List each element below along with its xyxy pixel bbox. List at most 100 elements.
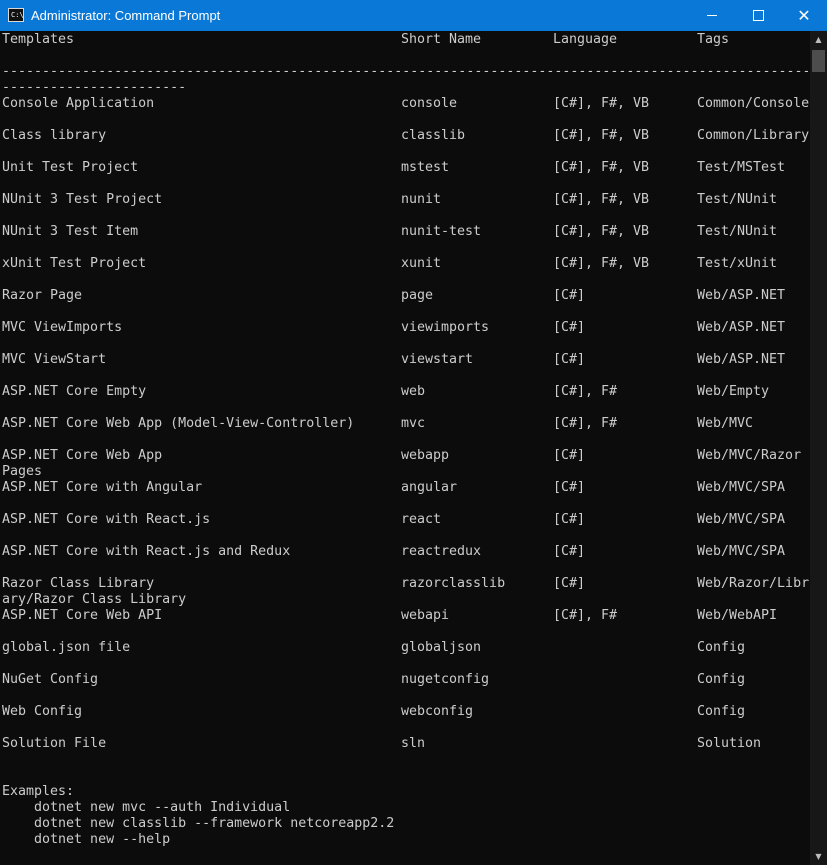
language: [C#]: [553, 544, 586, 559]
tags: Web/MVC/SPA: [697, 544, 786, 559]
tags: Solution: [697, 736, 762, 751]
short-name: react: [401, 512, 442, 527]
tags: Common/Console: [697, 96, 810, 111]
header-tags: Tags: [697, 32, 730, 47]
short-name: mstest: [401, 160, 450, 175]
close-icon: ✕: [797, 5, 811, 25]
scroll-down-arrow-icon[interactable]: ▼: [810, 848, 827, 865]
tags-wrap: Pages: [2, 464, 43, 479]
language: [C#]: [553, 448, 586, 463]
close-button[interactable]: ✕: [781, 0, 827, 31]
short-name: page: [401, 288, 434, 303]
template-name: ASP.NET Core with React.js: [2, 512, 211, 527]
tags: Web/ASP.NET: [697, 352, 786, 367]
short-name: reactredux: [401, 544, 482, 559]
window-title: Administrator: Command Prompt: [31, 8, 221, 23]
example-line: dotnet new mvc --auth Individual: [2, 800, 291, 815]
template-name: Console Application: [2, 96, 155, 111]
tags: Config: [697, 672, 746, 687]
language: [C#]: [553, 576, 586, 591]
language: [C#], F#, VB: [553, 224, 650, 239]
console-output[interactable]: Templates Short Name Language Tags -----…: [0, 31, 810, 865]
template-name: ASP.NET Core Web App (Model-View-Control…: [2, 416, 355, 431]
short-name: console: [401, 96, 458, 111]
tags: Test/xUnit: [697, 256, 778, 271]
short-name: nunit: [401, 192, 442, 207]
tags: Web/MVC/SPA: [697, 512, 786, 527]
tags: Test/NUnit: [697, 192, 778, 207]
minimize-icon: [707, 15, 717, 16]
language: [C#], F#, VB: [553, 128, 650, 143]
template-name: ASP.NET Core Web App: [2, 448, 163, 463]
template-name: ASP.NET Core with React.js and Redux: [2, 544, 291, 559]
tags: Test/NUnit: [697, 224, 778, 239]
language: [C#]: [553, 320, 586, 335]
tags: Web/ASP.NET: [697, 320, 786, 335]
short-name: sln: [401, 736, 426, 751]
app-icon-text: C:\: [11, 11, 24, 19]
short-name: webconfig: [401, 704, 474, 719]
command-prompt-icon[interactable]: C:\: [8, 8, 24, 22]
short-name: nugetconfig: [401, 672, 490, 687]
short-name: viewstart: [401, 352, 474, 367]
short-name: globaljson: [401, 640, 482, 655]
maximize-button[interactable]: [735, 0, 781, 31]
short-name: viewimports: [401, 320, 490, 335]
language: [C#], F#, VB: [553, 256, 650, 271]
tags: Config: [697, 640, 746, 655]
example-line: dotnet new --help: [2, 832, 171, 847]
language: [C#], F#, VB: [553, 160, 650, 175]
template-name: MVC ViewImports: [2, 320, 123, 335]
tags: Web/WebAPI: [697, 608, 778, 623]
tags: Config: [697, 704, 746, 719]
short-name: xunit: [401, 256, 442, 271]
title-bar[interactable]: C:\ Administrator: Command Prompt ✕: [0, 0, 827, 31]
tags: Web/MVC/SPA: [697, 480, 786, 495]
template-name: Web Config: [2, 704, 83, 719]
separator-line-wrap: -----------------------: [2, 80, 187, 95]
maximize-icon: [752, 10, 764, 21]
tags: Web/MVC/Razor: [697, 448, 802, 463]
tags: Web/Razor/Libr: [697, 576, 810, 591]
scroll-up-arrow-icon[interactable]: ▲: [810, 31, 827, 48]
template-name: Razor Page: [2, 288, 83, 303]
example-line: dotnet new classlib --framework netcorea…: [2, 816, 395, 831]
language: [C#], F#: [553, 608, 618, 623]
template-name: ASP.NET Core with Angular: [2, 480, 203, 495]
template-name: Unit Test Project: [2, 160, 139, 175]
tags: Test/MSTest: [697, 160, 786, 175]
template-name: ASP.NET Core Empty: [2, 384, 147, 399]
short-name: webapp: [401, 448, 450, 463]
short-name: angular: [401, 480, 458, 495]
short-name: webapi: [401, 608, 450, 623]
short-name: razorclasslib: [401, 576, 506, 591]
template-name: xUnit Test Project: [2, 256, 147, 271]
short-name: classlib: [401, 128, 466, 143]
minimize-button[interactable]: [689, 0, 735, 31]
header-language: Language: [553, 32, 618, 47]
template-name: NUnit 3 Test Project: [2, 192, 163, 207]
examples-heading: Examples:: [2, 784, 75, 799]
language: [C#]: [553, 352, 586, 367]
header-templates: Templates: [2, 32, 75, 47]
scroll-thumb[interactable]: [812, 50, 825, 72]
language: [C#]: [553, 512, 586, 527]
language: [C#], F#, VB: [553, 96, 650, 111]
language: [C#], F#, VB: [553, 192, 650, 207]
template-name: MVC ViewStart: [2, 352, 107, 367]
short-name: nunit-test: [401, 224, 482, 239]
language: [C#], F#: [553, 384, 618, 399]
template-name: Razor Class Library: [2, 576, 155, 591]
language: [C#], F#: [553, 416, 618, 431]
tags: Web/MVC: [697, 416, 754, 431]
template-name: NUnit 3 Test Item: [2, 224, 139, 239]
template-name: ASP.NET Core Web API: [2, 608, 163, 623]
vertical-scrollbar[interactable]: ▲ ▼: [810, 31, 827, 865]
language: [C#]: [553, 480, 586, 495]
tags: Common/Library: [697, 128, 810, 143]
template-name: Solution File: [2, 736, 107, 751]
short-name: mvc: [401, 416, 426, 431]
tags-wrap: ary/Razor Class Library: [2, 592, 187, 607]
language: [C#]: [553, 288, 586, 303]
separator-line: ----------------------------------------…: [2, 64, 808, 79]
